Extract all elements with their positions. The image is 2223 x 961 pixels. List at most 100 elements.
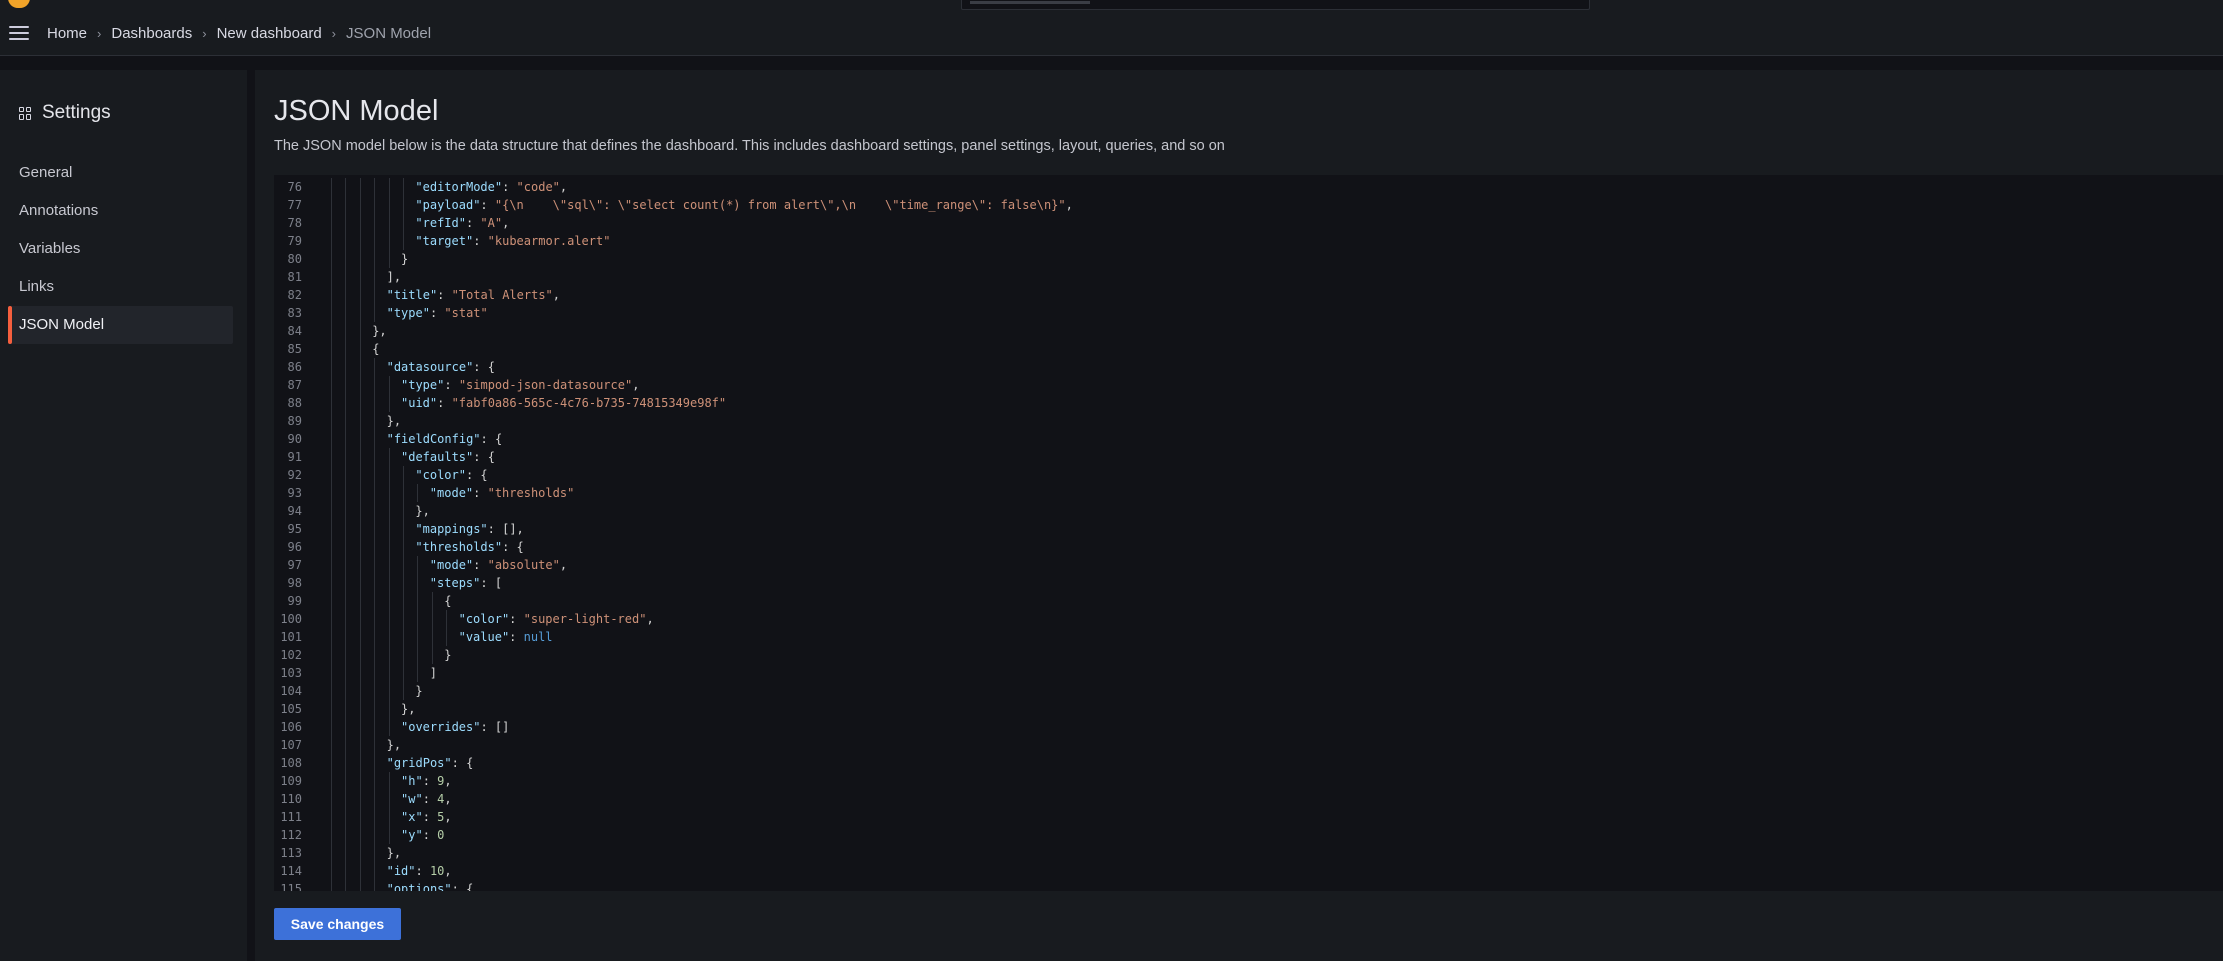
indent-guide (359, 232, 361, 250)
code-text: "mode": "thresholds" (429, 486, 575, 500)
indent-guide (388, 610, 390, 628)
code-line: 99 { (274, 592, 2223, 610)
indent-guide (374, 358, 376, 376)
breadcrumb-dashboards[interactable]: Dashboards (111, 25, 192, 42)
indent-guide (345, 700, 347, 718)
code-line: 83 "type": "stat" (274, 304, 2223, 322)
indent-guide (359, 538, 361, 556)
indent-guide (374, 790, 376, 808)
code-text: }, (386, 846, 402, 860)
code-text: "gridPos": { (386, 756, 474, 770)
indent-guide (374, 718, 376, 736)
indent-guide (374, 214, 376, 232)
code-text: } (401, 252, 409, 266)
indent-guide (359, 322, 361, 340)
indent-guide (359, 178, 361, 196)
code-text: "steps": [ (429, 576, 503, 590)
indent-guide (359, 790, 361, 808)
code-line: 81], (274, 268, 2223, 286)
line-number: 100 (280, 612, 302, 626)
indent-guide (331, 286, 332, 304)
indent-guide (388, 718, 390, 736)
code-line: 109 "h": 9, (274, 772, 2223, 790)
indent-guide (417, 664, 419, 682)
indent-guide (388, 538, 390, 556)
indent-guide (345, 358, 347, 376)
code-text: "type": "stat" (386, 306, 488, 320)
code-line: 94}, (274, 502, 2223, 520)
indent-guide (388, 790, 390, 808)
code-text: "type": "simpod-json-datasource", (401, 378, 640, 392)
code-text: ] (429, 666, 438, 680)
indent-guide (388, 502, 390, 520)
sidebar-item-json-model[interactable]: JSON Model (8, 306, 233, 344)
indent-guide (403, 610, 404, 628)
search-input[interactable] (961, 0, 1590, 10)
indent-guide (359, 700, 361, 718)
sidebar-item-links[interactable]: Links (8, 268, 233, 306)
indent-guide (331, 502, 332, 520)
indent-guide (388, 682, 390, 700)
sidebar-item-variables[interactable]: Variables (8, 230, 233, 268)
indent-guide (403, 664, 404, 682)
line-number: 108 (280, 756, 302, 770)
line-number: 114 (280, 864, 302, 878)
line-number: 91 (287, 450, 302, 464)
indent-guide (345, 574, 347, 592)
breadcrumb-home[interactable]: Home (47, 25, 87, 42)
indent-guide (388, 394, 390, 412)
indent-guide (331, 214, 332, 232)
indent-guide (374, 250, 376, 268)
indent-guide (388, 232, 390, 250)
indent-guide (331, 646, 332, 664)
line-number: 82 (287, 288, 302, 302)
code-text: "datasource": { (386, 360, 495, 374)
indent-guide (359, 826, 361, 844)
indent-guide (431, 610, 433, 628)
indent-guide (331, 736, 332, 754)
indent-guide (374, 412, 376, 430)
save-changes-button[interactable]: Save changes (274, 908, 401, 940)
indent-guide (374, 754, 376, 772)
indent-guide (374, 880, 376, 891)
indent-guide (359, 574, 361, 592)
code-line: 92 "color": { (274, 466, 2223, 484)
code-text: } (444, 648, 452, 662)
code-text: } (415, 684, 423, 698)
indent-guide (359, 754, 361, 772)
code-line: 98 "steps": [ (274, 574, 2223, 592)
indent-guide (359, 718, 361, 736)
indent-guide (359, 646, 361, 664)
indent-guide (388, 214, 390, 232)
indent-guide (345, 214, 347, 232)
code-line: 106 "overrides": [] (274, 718, 2223, 736)
json-code-editor[interactable]: 76 "editorMode": "code", 77 "payload": "{\n… (274, 175, 2223, 891)
line-number: 110 (280, 792, 302, 806)
hamburger-menu-icon[interactable] (9, 26, 29, 42)
code-line: 102} (274, 646, 2223, 664)
indent-guide (345, 826, 347, 844)
indent-guide (345, 664, 347, 682)
line-number: 81 (287, 270, 302, 284)
sidebar-item-annotations[interactable]: Annotations (8, 192, 233, 230)
breadcrumb-new-dashboard[interactable]: New dashboard (217, 25, 322, 42)
indent-guide (403, 592, 404, 610)
chevron-right-icon: › (202, 26, 207, 41)
indent-guide (374, 772, 376, 790)
indent-guide (359, 394, 361, 412)
indent-guide (374, 304, 376, 322)
indent-guide (345, 682, 347, 700)
indent-guide (345, 340, 347, 358)
line-number: 109 (280, 774, 302, 788)
line-number: 79 (287, 234, 302, 248)
page-title: JSON Model (274, 95, 439, 127)
indent-guide (359, 430, 361, 448)
line-number: 113 (280, 846, 302, 860)
indent-guide (374, 394, 376, 412)
indent-guide (417, 610, 419, 628)
indent-guide (374, 286, 376, 304)
line-number: 95 (287, 522, 302, 536)
indent-guide (345, 178, 347, 196)
sidebar-item-general[interactable]: General (8, 154, 233, 192)
grafana-logo-icon[interactable] (8, 0, 30, 8)
